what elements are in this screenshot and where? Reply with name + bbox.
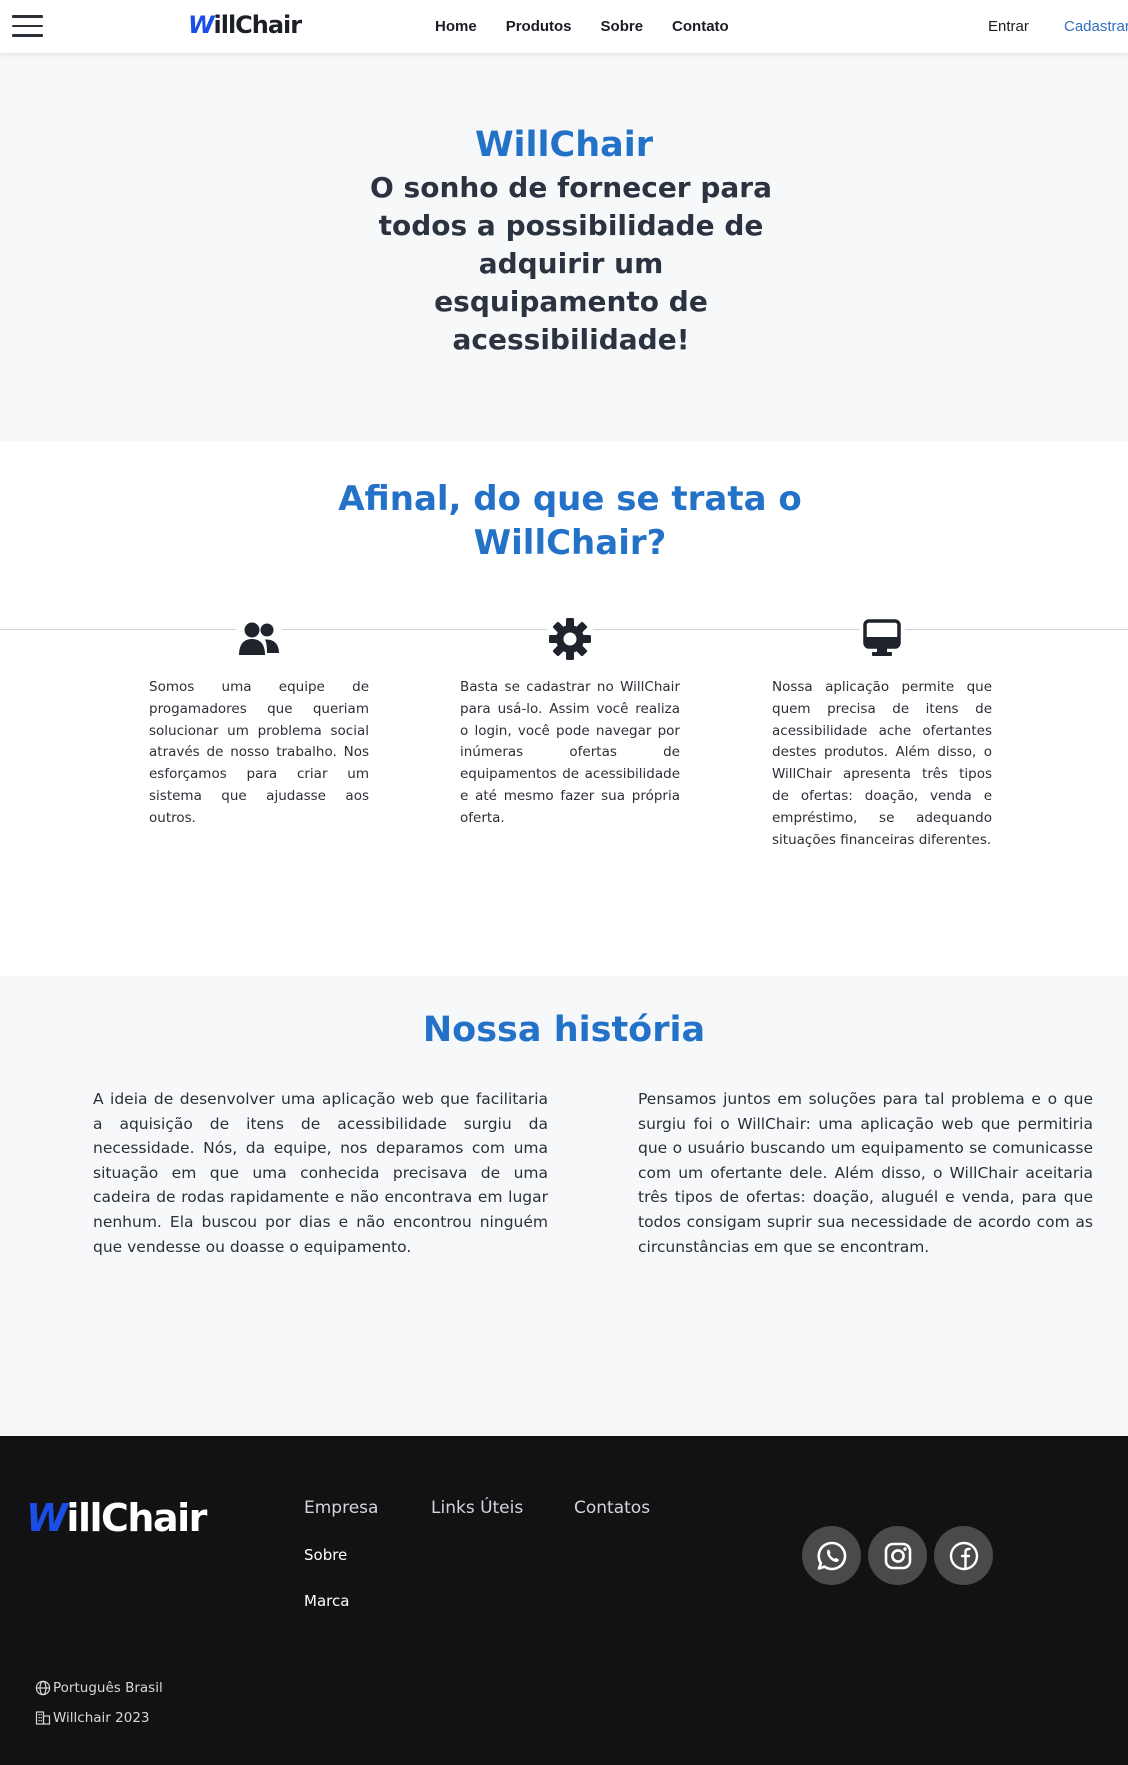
history-title: Nossa história [422, 1010, 706, 1050]
hero-brand-title: WillChair [474, 125, 654, 165]
about-title: Afinal, do que se trata o WillChair? [338, 479, 802, 563]
feature-text-signup: Basta se cadastrar no WillChair para usá… [460, 679, 680, 826]
main-nav: Home Produtos Sobre Contato [435, 18, 729, 35]
footer-column-contatos: Contatos [574, 1498, 651, 1518]
copyright-label: Willchair 2023 [53, 1710, 150, 1726]
site-footer: WillChair Empresa Links Úteis Contatos S… [0, 1436, 1128, 1765]
users-icon [236, 616, 282, 662]
building-icon [35, 1711, 51, 1725]
signup-link[interactable]: Cadastrar [1064, 18, 1128, 35]
footer-brand-logo[interactable]: WillChair [26, 1496, 207, 1540]
nav-produtos[interactable]: Produtos [506, 18, 572, 35]
whatsapp-icon[interactable] [802, 1526, 861, 1585]
nav-contato[interactable]: Contato [672, 18, 729, 35]
login-link[interactable]: Entrar [988, 18, 1029, 35]
instagram-icon[interactable] [868, 1526, 927, 1585]
footer-column-empresa: Empresa [304, 1498, 379, 1518]
language-label: Português Brasil [53, 1680, 163, 1696]
feature-text-app: Nossa aplicação permite que quem precisa… [772, 679, 992, 848]
menu-icon[interactable] [12, 15, 43, 37]
hero-tagline: O sonho de fornecer para todos a possibi… [369, 171, 773, 356]
copyright: Willchair 2023 [35, 1710, 150, 1726]
facebook-icon[interactable] [934, 1526, 993, 1585]
brand-logo[interactable]: WillChair [188, 11, 302, 39]
nav-sobre[interactable]: Sobre [601, 18, 644, 35]
about-section: Afinal, do que se trata o WillChair? Som… [0, 441, 1128, 976]
gear-icon [547, 616, 593, 662]
footer-link-marca[interactable]: Marca [304, 1592, 349, 1610]
footer-column-links: Links Úteis [431, 1498, 524, 1518]
history-paragraph-2: Pensamos juntos em soluções para tal pro… [638, 1090, 1093, 1256]
top-navbar: WillChair Home Produtos Sobre Contato En… [0, 0, 1128, 53]
feature-text-team: Somos uma equipe de progamadores que que… [149, 679, 369, 826]
nav-home[interactable]: Home [435, 18, 477, 35]
history-paragraph-1: A ideia de desenvolver uma aplicação web… [93, 1090, 548, 1256]
globe-icon [35, 1680, 51, 1696]
history-section: Nossa história A ideia de desenvolver um… [0, 976, 1128, 1436]
language-selector[interactable]: Português Brasil [35, 1680, 163, 1696]
footer-link-sobre[interactable]: Sobre [304, 1546, 347, 1564]
desktop-icon [859, 616, 905, 662]
hero-section: WillChair O sonho de fornecer para todos… [0, 53, 1128, 441]
